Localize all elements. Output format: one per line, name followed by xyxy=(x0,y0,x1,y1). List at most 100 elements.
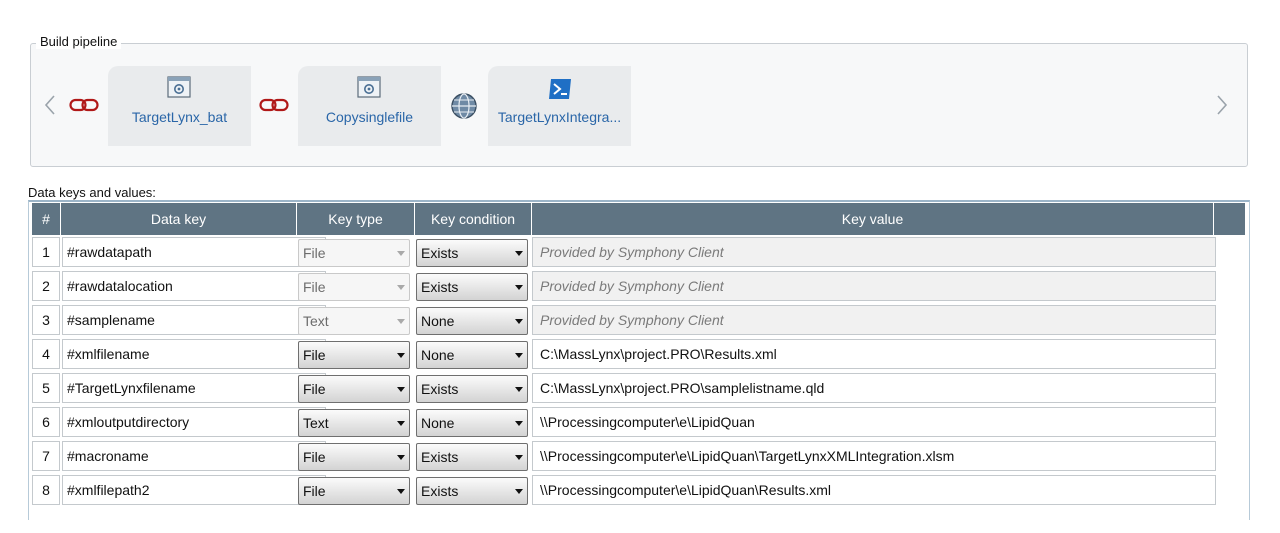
key-condition-value: Exists xyxy=(421,381,459,397)
data-key-field[interactable]: #xmlfilename xyxy=(62,339,326,369)
key-condition-value: None xyxy=(421,415,455,431)
key-condition-value: Exists xyxy=(421,483,459,499)
chevron-down-icon xyxy=(515,489,523,494)
table-row: 5 #TargetLynxfilename File Exists C:\Mas… xyxy=(32,373,1216,403)
key-value-field[interactable]: \\Processingcomputer\e\LipidQuan\TargetL… xyxy=(532,441,1216,471)
column-header-key-condition: Key condition xyxy=(415,203,532,235)
table-row: 7 #macroname File Exists \\Processingcom… xyxy=(32,441,1216,471)
chevron-down-icon xyxy=(397,489,405,494)
chevron-down-icon xyxy=(397,455,405,460)
chevron-down-icon xyxy=(515,285,523,290)
key-condition-select[interactable]: None xyxy=(416,307,528,335)
scroll-right-arrow-icon[interactable] xyxy=(1216,95,1228,115)
key-type-value: File xyxy=(303,449,326,465)
key-type-select: File xyxy=(298,273,410,301)
key-condition-value: Exists xyxy=(421,245,459,261)
key-condition-value: Exists xyxy=(421,449,459,465)
row-number: 7 xyxy=(32,441,60,471)
key-condition-select[interactable]: None xyxy=(416,341,528,369)
chevron-down-icon xyxy=(515,455,523,460)
chevron-down-icon xyxy=(397,251,405,256)
chevron-down-icon xyxy=(397,353,405,358)
data-key-field[interactable]: #xmloutputdirectory xyxy=(62,407,326,437)
key-type-value: Text xyxy=(303,313,329,329)
key-type-select[interactable]: File xyxy=(298,477,410,505)
key-condition-value: Exists xyxy=(421,279,459,295)
table-row: 3 #samplename Text None Provided by Symp… xyxy=(32,305,1216,335)
pipeline-step-targetlynx-bat[interactable]: TargetLynx_bat xyxy=(108,66,251,146)
row-number: 8 xyxy=(32,475,60,505)
key-condition-select[interactable]: None xyxy=(416,409,528,437)
scroll-left-arrow-icon[interactable] xyxy=(44,95,56,115)
data-key-field[interactable]: #rawdatapath xyxy=(62,237,326,267)
key-type-value: File xyxy=(303,245,326,261)
chevron-down-icon xyxy=(397,421,405,426)
table-row: 6 #xmloutputdirectory Text None \\Proces… xyxy=(32,407,1216,437)
chain-link-icon xyxy=(259,98,289,112)
key-value-field: Provided by Symphony Client xyxy=(532,237,1216,267)
chevron-down-icon xyxy=(515,421,523,426)
pipeline-step-label: TargetLynx_bat xyxy=(131,109,228,125)
pipeline-step-targetlynxintegration[interactable]: TargetLynxIntegra... xyxy=(488,66,631,146)
chevron-down-icon xyxy=(515,387,523,392)
chevron-down-icon xyxy=(397,387,405,392)
chevron-down-icon xyxy=(515,319,523,324)
key-condition-select[interactable]: Exists xyxy=(416,443,528,471)
key-type-select: Text xyxy=(298,307,410,335)
key-value-field[interactable]: \\Processingcomputer\e\LipidQuan\Results… xyxy=(532,475,1216,505)
data-key-field[interactable]: #samplename xyxy=(62,305,326,335)
pipeline-step-copysinglefile[interactable]: Copysinglefile xyxy=(298,66,441,146)
key-type-select[interactable]: File xyxy=(298,443,410,471)
key-type-select[interactable]: File xyxy=(298,375,410,403)
column-header-key-value: Key value xyxy=(532,203,1214,235)
key-type-select[interactable]: Text xyxy=(298,409,410,437)
row-number: 3 xyxy=(32,305,60,335)
chevron-down-icon xyxy=(397,285,405,290)
key-value-field[interactable]: C:\MassLynx\project.PRO\samplelistname.q… xyxy=(532,373,1216,403)
key-condition-select[interactable]: Exists xyxy=(416,477,528,505)
key-type-value: File xyxy=(303,381,326,397)
data-key-field[interactable]: #xmlfilepath2 xyxy=(62,475,326,505)
chain-link-icon xyxy=(69,98,99,112)
powershell-icon xyxy=(549,79,571,99)
row-number: 4 xyxy=(32,339,60,369)
table-row: 8 #xmlfilepath2 File Exists \\Processing… xyxy=(32,475,1216,505)
column-header-data-key: Data key xyxy=(61,203,297,235)
script-gear-icon xyxy=(357,76,381,98)
column-header-number: # xyxy=(32,203,61,235)
pipeline-step-label: TargetLynxIntegra... xyxy=(497,109,622,125)
table-row: 2 #rawdatalocation File Exists Provided … xyxy=(32,271,1216,301)
data-keys-label: Data keys and values: xyxy=(28,185,156,200)
row-number: 2 xyxy=(32,271,60,301)
key-condition-value: None xyxy=(421,347,455,363)
data-key-field[interactable]: #TargetLynxfilename xyxy=(62,373,326,403)
table-row: 4 #xmlfilename File None C:\MassLynx\pro… xyxy=(32,339,1216,369)
key-condition-value: None xyxy=(421,313,455,329)
key-value-field: Provided by Symphony Client xyxy=(532,271,1216,301)
key-condition-select[interactable]: Exists xyxy=(416,239,528,267)
key-type-select: File xyxy=(298,239,410,267)
build-pipeline-legend: Build pipeline xyxy=(36,34,122,49)
key-type-value: File xyxy=(303,347,326,363)
key-type-value: File xyxy=(303,279,326,295)
key-value-field[interactable]: \\Processingcomputer\e\LipidQuan xyxy=(532,407,1216,437)
chevron-down-icon xyxy=(515,251,523,256)
key-type-value: File xyxy=(303,483,326,499)
row-number: 6 xyxy=(32,407,60,437)
table-header: # Data key Key type Key condition Key va… xyxy=(32,203,1245,235)
table-row: 1 #rawdatapath File Exists Provided by S… xyxy=(32,237,1216,267)
chevron-down-icon xyxy=(397,319,405,324)
column-header-key-type: Key type xyxy=(297,203,415,235)
key-value-field: Provided by Symphony Client xyxy=(532,305,1216,335)
pipeline-step-label: Copysinglefile xyxy=(325,109,414,125)
data-key-field[interactable]: #rawdatalocation xyxy=(62,271,326,301)
row-number: 1 xyxy=(32,237,60,267)
key-type-value: Text xyxy=(303,415,329,431)
key-value-field[interactable]: C:\MassLynx\project.PRO\Results.xml xyxy=(532,339,1216,369)
key-type-select[interactable]: File xyxy=(298,341,410,369)
key-condition-select[interactable]: Exists xyxy=(416,375,528,403)
globe-icon xyxy=(451,93,477,119)
key-condition-select[interactable]: Exists xyxy=(416,273,528,301)
data-key-field[interactable]: #macroname xyxy=(62,441,326,471)
script-gear-icon xyxy=(167,76,191,98)
